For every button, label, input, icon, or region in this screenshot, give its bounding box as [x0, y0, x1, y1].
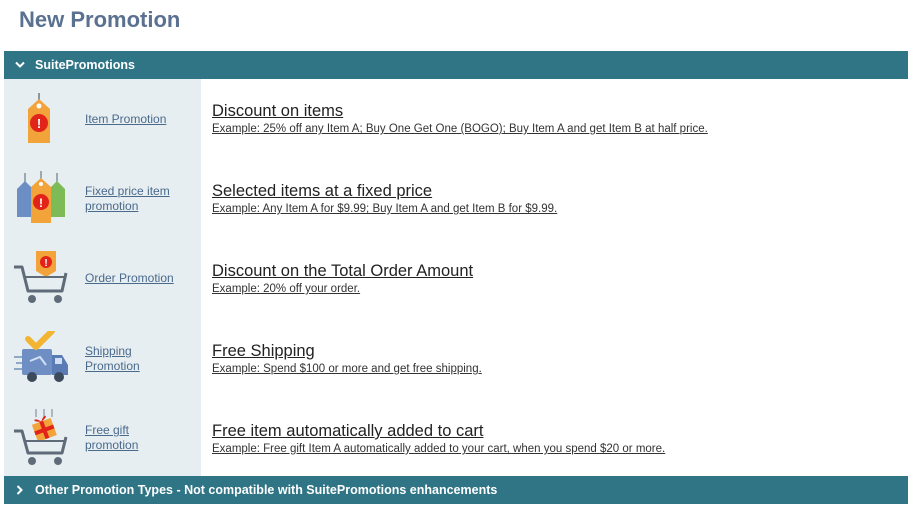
- shipping-promotion-link[interactable]: Shipping Promotion: [85, 344, 185, 374]
- promotion-row-order: ! Order Promotion Discount on the Total …: [0, 239, 904, 319]
- promotion-title: Discount on the Total Order Amount: [212, 262, 474, 280]
- promotion-example: Example: 25% off any Item A; Buy One Get…: [212, 123, 708, 135]
- promotion-row-free-gift: Free gift promotion Free item automatica…: [0, 399, 904, 479]
- page-title: New Promotion: [19, 7, 181, 32]
- chevron-right-icon: [13, 483, 27, 497]
- section-header-label: Other Promotion Types - Not compatible w…: [35, 483, 498, 497]
- promotion-example: Example: Free gift Item A automatically …: [212, 443, 666, 455]
- svg-text:!: !: [37, 116, 41, 131]
- cart-with-tag-icon: !: [12, 249, 70, 307]
- cart-with-gift-icon: [12, 409, 70, 467]
- svg-text:!: !: [44, 258, 47, 269]
- section-header-label: SuitePromotions: [35, 58, 136, 72]
- promotion-example: Example: Spend $100 or more and get free…: [212, 363, 482, 375]
- shipping-promotion-description[interactable]: Free Shipping Example: Spend $100 or mor…: [212, 341, 892, 376]
- promotion-row-item: ! Item Promotion Discount on items Examp…: [0, 79, 904, 159]
- svg-text:!: !: [39, 196, 43, 210]
- promotion-title: Free Shipping: [212, 342, 315, 360]
- free-gift-promotion-description[interactable]: Free item automatically added to cart Ex…: [212, 421, 892, 456]
- multiple-price-tags-icon: !: [12, 169, 70, 227]
- free-gift-promotion-link[interactable]: Free gift promotion: [85, 423, 185, 453]
- promotion-row-fixed-price: ! Fixed price item promotion Selected it…: [0, 159, 904, 239]
- order-promotion-link[interactable]: Order Promotion: [85, 271, 185, 286]
- order-promotion-description[interactable]: Discount on the Total Order Amount Examp…: [212, 261, 892, 296]
- price-tag-icon: !: [12, 91, 70, 149]
- promotion-row-shipping: Shipping Promotion Free Shipping Example…: [0, 319, 904, 399]
- promotion-title: Free item automatically added to cart: [212, 422, 484, 440]
- item-promotion-link[interactable]: Item Promotion: [85, 112, 185, 127]
- chevron-down-icon: [13, 58, 27, 72]
- section-header-suitepromotions[interactable]: SuitePromotions: [4, 51, 908, 79]
- item-promotion-description[interactable]: Discount on items Example: 25% off any I…: [212, 101, 892, 136]
- fixed-price-item-promotion-link[interactable]: Fixed price item promotion: [85, 184, 185, 214]
- delivery-truck-check-icon: [12, 328, 70, 389]
- promotion-title: Selected items at a fixed price: [212, 182, 433, 200]
- promotion-title: Discount on items: [212, 102, 344, 120]
- promotion-example: Example: Any Item A for $9.99; Buy Item …: [212, 203, 558, 215]
- section-header-other-promotion-types[interactable]: Other Promotion Types - Not compatible w…: [4, 476, 908, 504]
- fixed-price-description[interactable]: Selected items at a fixed price Example:…: [212, 181, 892, 216]
- promotion-example: Example: 20% off your order.: [212, 283, 361, 295]
